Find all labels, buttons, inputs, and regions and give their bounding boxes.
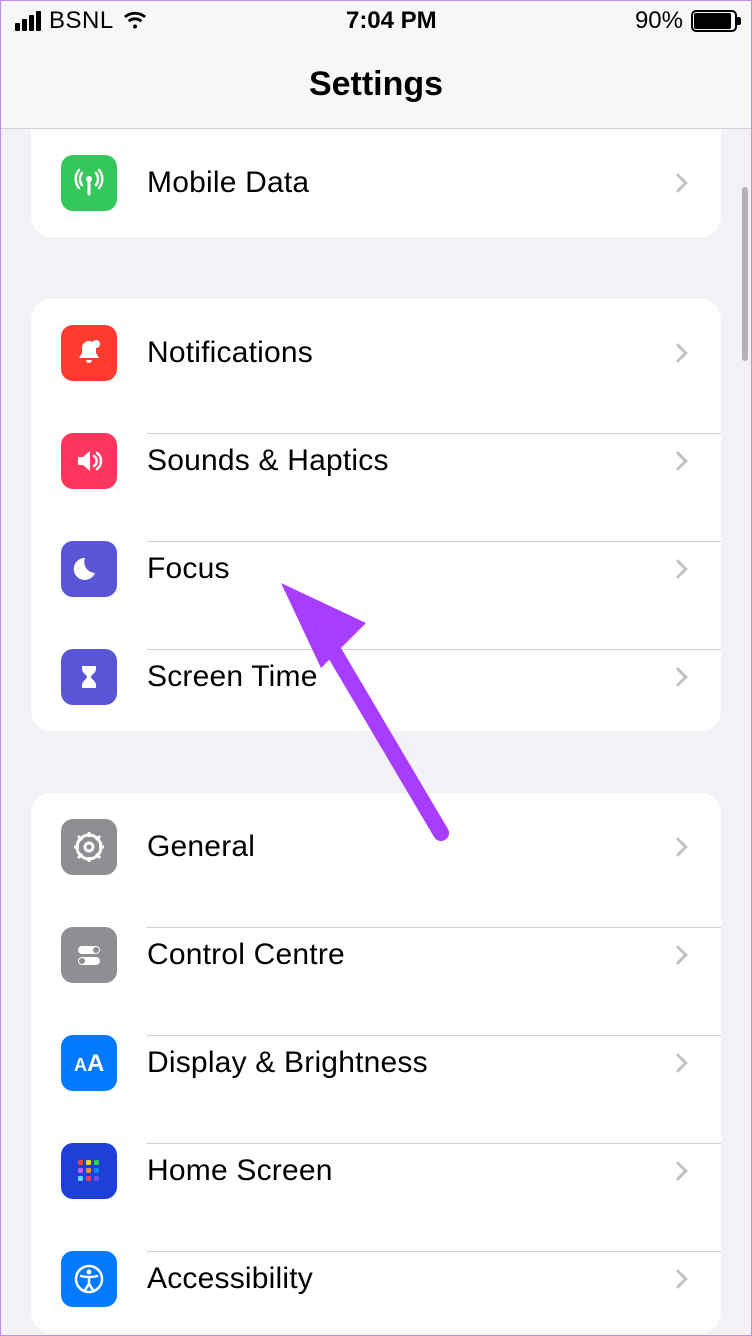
app-grid-icon [61, 1143, 117, 1199]
status-bar: BSNL 7:04 PM 90% [1, 1, 751, 41]
cellular-signal-icon [15, 11, 41, 31]
status-time: 7:04 PM [346, 7, 437, 35]
row-home-screen[interactable]: Home Screen [31, 1117, 721, 1225]
row-sounds-haptics[interactable]: Sounds & Haptics [31, 407, 721, 515]
carrier-label: BSNL [49, 7, 114, 35]
status-right: 90% [635, 7, 737, 35]
chevron-right-icon [668, 343, 688, 363]
moon-icon [61, 541, 117, 597]
chevron-right-icon [668, 1269, 688, 1289]
row-control-centre[interactable]: Control Centre [31, 901, 721, 1009]
settings-group: Mobile Data [31, 129, 721, 237]
chevron-right-icon [668, 559, 688, 579]
battery-icon [691, 10, 737, 32]
chevron-right-icon [668, 1053, 688, 1073]
svg-text:A: A [74, 1055, 87, 1075]
antenna-icon [61, 155, 117, 211]
text-size-icon: AA [61, 1035, 117, 1091]
row-accessibility[interactable]: Accessibility [31, 1225, 721, 1333]
svg-text:A: A [87, 1050, 104, 1077]
settings-group: Notifications Sounds & Haptics Focus [31, 299, 721, 731]
settings-list: Mobile Data Notifications Sounds & Hapti… [1, 129, 751, 1335]
status-left: BSNL [15, 7, 148, 35]
toggles-icon [61, 927, 117, 983]
row-label: Display & Brightness [147, 1046, 428, 1080]
chevron-right-icon [668, 667, 688, 687]
row-label: Screen Time [147, 660, 318, 694]
row-label: Focus [147, 552, 230, 586]
battery-percent-label: 90% [635, 7, 683, 35]
gear-icon [61, 819, 117, 875]
page-title: Settings [309, 65, 443, 104]
chevron-right-icon [668, 1161, 688, 1181]
nav-bar: Settings [1, 41, 751, 129]
wifi-icon [122, 11, 148, 31]
scroll-indicator [742, 187, 748, 361]
row-general[interactable]: General [31, 793, 721, 901]
chevron-right-icon [668, 837, 688, 857]
row-label: Notifications [147, 336, 313, 370]
row-label: Control Centre [147, 938, 345, 972]
row-label: Accessibility [147, 1262, 313, 1296]
chevron-right-icon [668, 173, 688, 193]
hourglass-icon [61, 649, 117, 705]
row-display-brightness[interactable]: AA Display & Brightness [31, 1009, 721, 1117]
speaker-icon [61, 433, 117, 489]
bell-icon [61, 325, 117, 381]
chevron-right-icon [668, 451, 688, 471]
chevron-right-icon [668, 945, 688, 965]
row-label: Sounds & Haptics [147, 444, 389, 478]
row-mobile-data[interactable]: Mobile Data [31, 129, 721, 237]
row-label: General [147, 830, 255, 864]
settings-group: General Control Centre AA Display & Brig… [31, 793, 721, 1333]
row-focus[interactable]: Focus [31, 515, 721, 623]
row-screen-time[interactable]: Screen Time [31, 623, 721, 731]
row-notifications[interactable]: Notifications [31, 299, 721, 407]
row-label: Mobile Data [147, 166, 309, 200]
row-label: Home Screen [147, 1154, 333, 1188]
accessibility-icon [61, 1251, 117, 1307]
